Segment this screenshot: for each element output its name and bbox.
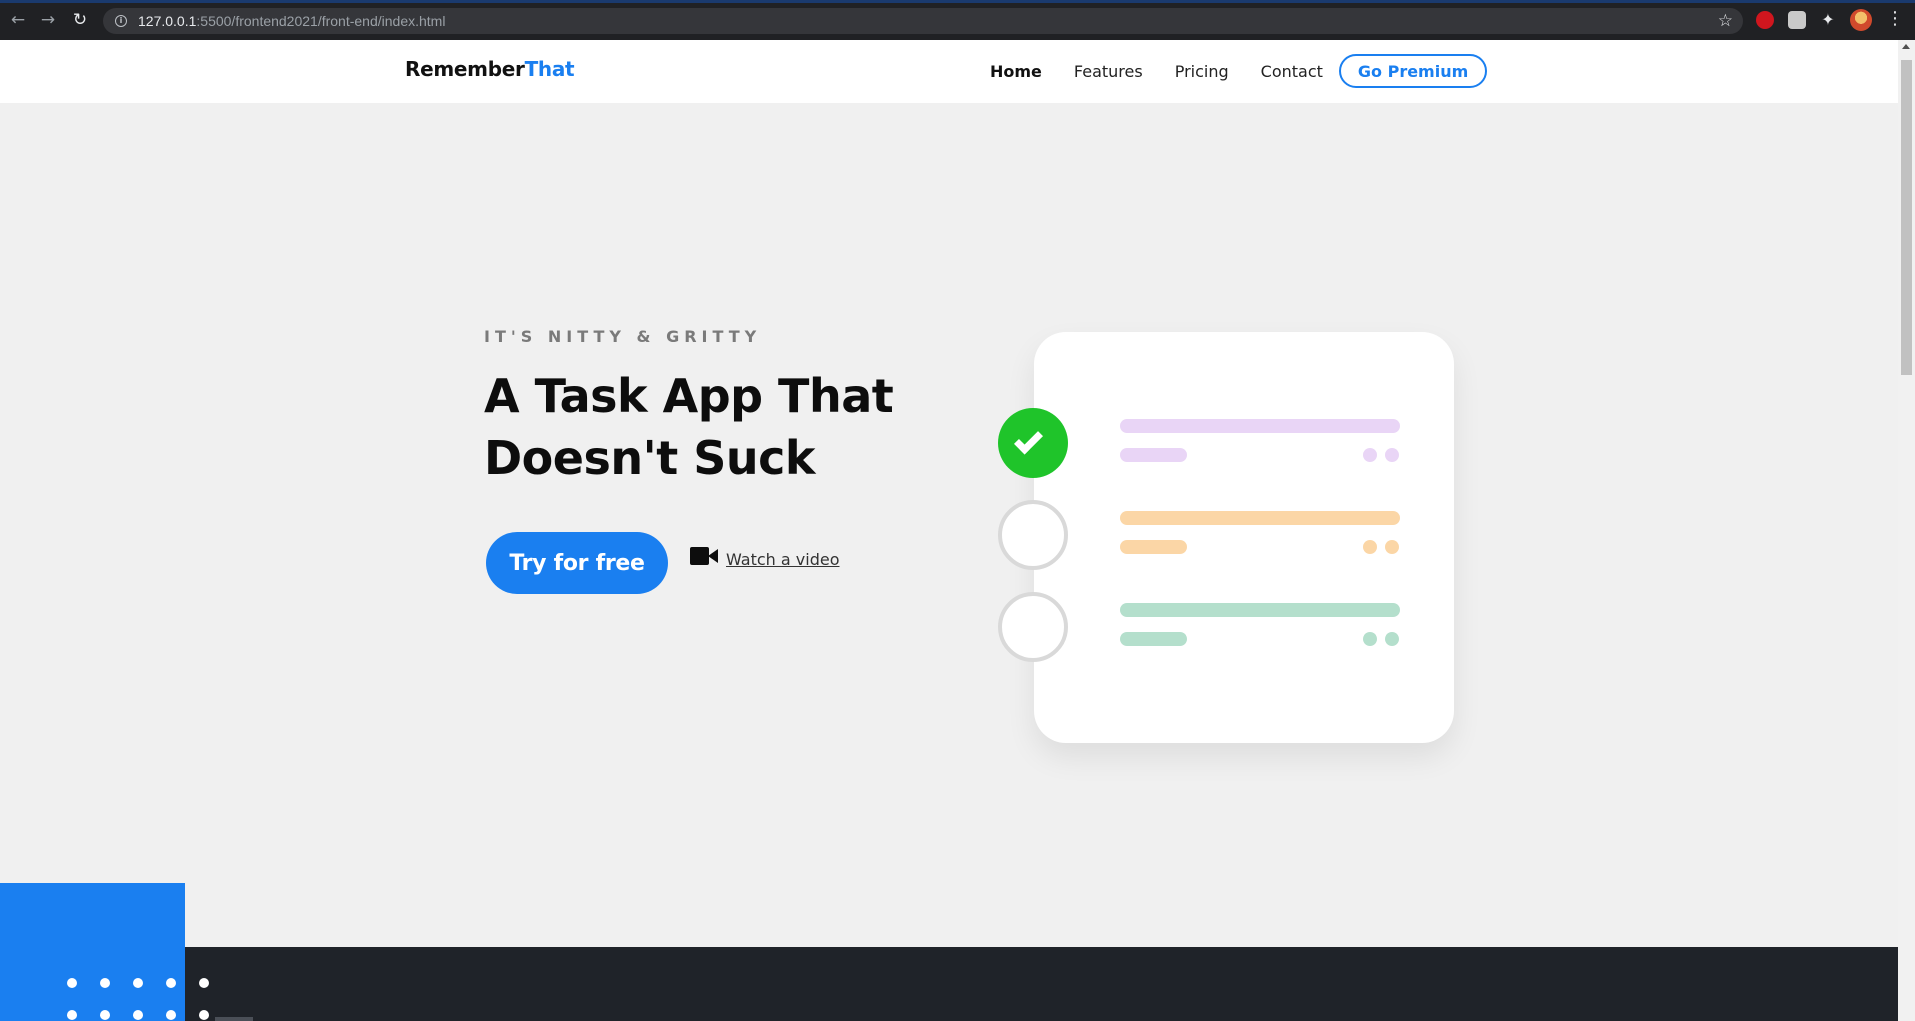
task-dot	[1385, 632, 1399, 646]
decorative-dot	[199, 1010, 209, 1020]
decorative-band-mark	[215, 1017, 253, 1021]
task-unchecked-icon	[998, 500, 1068, 570]
browser-toolbar: ← → ↻ i 127.0.0.1:5500/frontend2021/fron…	[0, 0, 1915, 40]
hero-title: A Task App That Doesn't Suck	[484, 369, 894, 485]
extension-gray-icon[interactable]	[1788, 11, 1806, 29]
reload-icon[interactable]: ↻	[70, 10, 90, 30]
decorative-dot	[133, 978, 143, 988]
task-subtitle-bar	[1120, 448, 1187, 462]
profile-avatar[interactable]	[1850, 9, 1872, 31]
decorative-dot	[67, 978, 77, 988]
url-text[interactable]: 127.0.0.1:5500/frontend2021/front-end/in…	[138, 13, 445, 29]
nav-link-features[interactable]: Features	[1074, 62, 1143, 81]
tab-strip-edge	[0, 0, 1915, 3]
task-dot	[1363, 632, 1377, 646]
dark-footer-band	[185, 947, 1898, 1021]
logo-text-main: Remember	[405, 57, 525, 81]
task-subtitle-bar	[1120, 632, 1187, 646]
nav-link-contact[interactable]: Contact	[1261, 62, 1323, 81]
task-title-bar	[1120, 603, 1400, 617]
task-title-bar	[1120, 511, 1400, 525]
video-camera-icon	[690, 547, 718, 565]
watch-video-link[interactable]: Watch a video	[690, 545, 840, 573]
decorative-dot	[67, 1010, 77, 1020]
site-info-icon[interactable]: i	[115, 15, 127, 27]
task-subtitle-bar	[1120, 540, 1187, 554]
back-icon[interactable]: ←	[8, 10, 28, 30]
page-viewport: RememberThat Home Features Pricing Conta…	[0, 40, 1898, 1021]
try-for-free-button[interactable]: Try for free	[486, 532, 668, 594]
address-bar[interactable]: i 127.0.0.1:5500/frontend2021/front-end/…	[103, 8, 1743, 34]
decorative-dot	[100, 1010, 110, 1020]
task-unchecked-icon	[998, 592, 1068, 662]
url-host: 127.0.0.1	[138, 13, 197, 29]
extension-red-icon[interactable]	[1756, 11, 1774, 29]
hero-eyebrow: IT'S NITTY & GRITTY	[484, 327, 762, 346]
logo-text-accent: That	[524, 57, 575, 81]
bookmark-star-icon[interactable]: ☆	[1718, 11, 1733, 31]
watch-video-label: Watch a video	[726, 549, 840, 569]
nav-link-home[interactable]: Home	[990, 62, 1042, 81]
task-list-illustration	[1034, 332, 1454, 743]
task-checked-icon	[998, 408, 1068, 478]
extensions-puzzle-icon[interactable]: ✦	[1819, 11, 1837, 29]
decorative-blue-square	[0, 883, 185, 1021]
nav-link-pricing[interactable]: Pricing	[1175, 62, 1229, 81]
task-dot	[1385, 448, 1399, 462]
task-title-bar	[1120, 419, 1400, 433]
main-nav: Home Features Pricing Contact Go Premium	[990, 53, 1488, 89]
site-logo[interactable]: RememberThat	[405, 57, 575, 81]
decorative-dot	[199, 978, 209, 988]
decorative-dot	[100, 978, 110, 988]
browser-menu-icon[interactable]: ⋮	[1886, 10, 1904, 28]
task-dot	[1385, 540, 1399, 554]
forward-icon[interactable]: →	[38, 10, 58, 30]
task-dot	[1363, 540, 1377, 554]
decorative-dot	[166, 1010, 176, 1020]
decorative-dot	[133, 1010, 143, 1020]
task-dot	[1363, 448, 1377, 462]
site-header: RememberThat Home Features Pricing Conta…	[0, 40, 1898, 103]
url-path: :5500/frontend2021/front-end/index.html	[196, 13, 446, 29]
decorative-dot	[166, 978, 176, 988]
scroll-up-arrow-icon[interactable]	[1902, 44, 1910, 49]
checkmark-icon	[1014, 425, 1043, 455]
page-scrollbar[interactable]	[1898, 40, 1915, 1021]
scroll-thumb[interactable]	[1901, 60, 1912, 375]
go-premium-button[interactable]: Go Premium	[1338, 54, 1488, 88]
